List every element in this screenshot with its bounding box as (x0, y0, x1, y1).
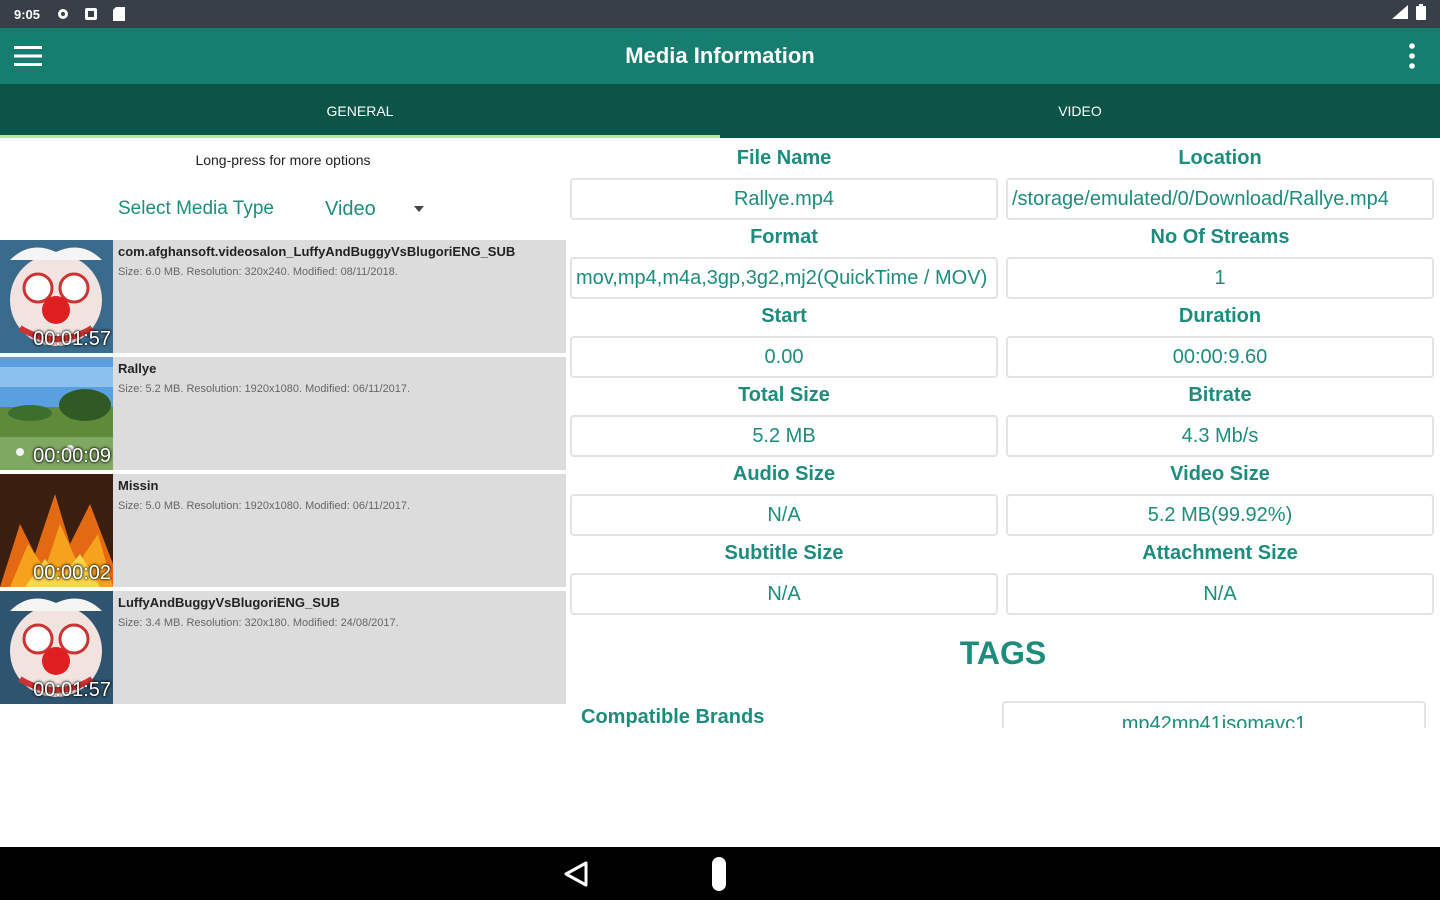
duration-label: 00:00:09 (33, 445, 111, 467)
field-label: File Name (736, 147, 832, 169)
subtitle-size-value[interactable]: N/A (570, 573, 998, 615)
duration-field: Duration 00:00:9.60 (1006, 296, 1434, 378)
compatible-brands-value[interactable]: mp42mp41isomavc1 (1002, 701, 1426, 728)
back-icon (564, 861, 588, 887)
back-button[interactable] (560, 859, 590, 889)
video-size-value[interactable]: 5.2 MB(99.92%) (1006, 494, 1434, 536)
list-item[interactable]: 00:01:57 com.afghansoft.videosalon_Luffy… (0, 240, 566, 353)
field-label: Duration (1178, 305, 1262, 327)
audio-size-field: Audio Size N/A (570, 454, 998, 536)
overflow-menu-button[interactable] (1392, 36, 1432, 76)
video-thumbnail: 00:00:09 (0, 357, 113, 470)
duration-label: 00:01:57 (33, 679, 111, 701)
field-label: No Of Streams (1150, 226, 1290, 248)
media-meta: Size: 5.0 MB. Resolution: 1920x1080. Mod… (118, 500, 411, 512)
hint-text: Long-press for more options (195, 152, 371, 168)
media-title: com.afghansoft.videosalon_LuffyAndBuggyV… (118, 244, 516, 259)
more-vert-icon (1409, 43, 1415, 69)
status-time: 9:05 (14, 6, 41, 22)
compatible-brands-label: Compatible Brands (581, 706, 765, 728)
field-label: Video Size (1170, 463, 1270, 485)
tab-bar: GENERAL VIDEO (0, 84, 1440, 138)
media-list: 00:01:57 com.afghansoft.videosalon_Luffy… (0, 240, 566, 708)
tab-general[interactable]: GENERAL (0, 84, 720, 138)
location-value[interactable]: /storage/emulated/0/Download/Rallye.mp4 (1006, 178, 1434, 220)
dropdown-arrow-icon[interactable] (414, 206, 424, 212)
video-size-field: Video Size 5.2 MB(99.92%) (1006, 454, 1434, 536)
media-title: Missin (118, 478, 159, 493)
streams-field: No Of Streams 1 (1006, 217, 1434, 299)
list-item[interactable]: 00:00:02 Missin Size: 5.0 MB. Resolution… (0, 474, 566, 587)
duration-label: 00:01:57 (33, 328, 111, 350)
total-size-value[interactable]: 5.2 MB (570, 415, 998, 457)
field-label: Attachment Size (1142, 542, 1298, 564)
video-thumbnail: 00:01:57 (0, 240, 113, 353)
field-label: Audio Size (732, 463, 836, 485)
bitrate-value[interactable]: 4.3 Mb/s (1006, 415, 1434, 457)
media-title: Rallye (118, 361, 157, 376)
video-thumbnail: 00:01:57 (0, 591, 113, 704)
location-field: Location /storage/emulated/0/Download/Ra… (1006, 138, 1434, 220)
attachment-size-field: Attachment Size N/A (1006, 533, 1434, 615)
page-title: Media Information (625, 43, 815, 68)
hamburger-icon (14, 46, 42, 66)
streams-value[interactable]: 1 (1006, 257, 1434, 299)
field-label: Total Size (738, 384, 830, 406)
total-size-field: Total Size 5.2 MB (570, 375, 998, 457)
duration-value[interactable]: 00:00:9.60 (1006, 336, 1434, 378)
home-button[interactable] (712, 857, 726, 891)
system-nav-bar (0, 847, 1440, 900)
settings-icon (56, 7, 70, 21)
list-item[interactable]: 00:01:57 LuffyAndBuggyVsBlugoriENG_SUB S… (0, 591, 566, 704)
attachment-size-value[interactable]: N/A (1006, 573, 1434, 615)
tab-video[interactable]: VIDEO (720, 84, 1440, 138)
media-info-pane: File Name Rallye.mp4 Location /storage/e… (566, 138, 1440, 728)
bitrate-field: Bitrate 4.3 Mb/s (1006, 375, 1434, 457)
video-thumbnail: 00:00:02 (0, 474, 113, 587)
format-value[interactable]: mov,mp4,m4a,3gp,3g2,mj2(QuickTime / MOV) (570, 257, 998, 299)
tags-heading: TAGS (959, 635, 1047, 671)
battery-icon (1416, 3, 1426, 25)
notification-icon (84, 7, 98, 21)
list-item[interactable]: 00:00:09 Rallye Size: 5.2 MB. Resolution… (0, 357, 566, 470)
start-value[interactable]: 0.00 (570, 336, 998, 378)
duration-label: 00:00:02 (33, 562, 111, 584)
media-title: LuffyAndBuggyVsBlugoriENG_SUB (118, 595, 340, 610)
audio-size-value[interactable]: N/A (570, 494, 998, 536)
media-meta: Size: 6.0 MB. Resolution: 320x240. Modif… (118, 266, 398, 278)
status-bar: 9:05 (0, 0, 1440, 28)
subtitle-size-field: Subtitle Size N/A (570, 533, 998, 615)
media-meta: Size: 3.4 MB. Resolution: 320x180. Modif… (118, 617, 399, 629)
select-media-type-label: Select Media Type (118, 198, 274, 219)
field-label: Subtitle Size (724, 542, 844, 564)
field-label: Start (761, 305, 807, 327)
start-field: Start 0.00 (570, 296, 998, 378)
media-type-dropdown[interactable]: Video (325, 198, 376, 221)
field-label: Format (750, 226, 818, 248)
file-name-value[interactable]: Rallye.mp4 (570, 178, 998, 220)
signal-icon (1392, 4, 1408, 24)
sd-card-icon (112, 7, 126, 21)
menu-button[interactable] (0, 28, 56, 84)
app-bar: Media Information (0, 28, 1440, 84)
file-name-field: File Name Rallye.mp4 (570, 138, 998, 220)
media-meta: Size: 5.2 MB. Resolution: 1920x1080. Mod… (118, 383, 411, 395)
field-label: Bitrate (1188, 384, 1252, 406)
media-list-pane: Long-press for more options Select Media… (0, 138, 566, 728)
field-label: Location (1178, 147, 1262, 169)
format-field: Format mov,mp4,m4a,3gp,3g2,mj2(QuickTime… (570, 217, 998, 299)
